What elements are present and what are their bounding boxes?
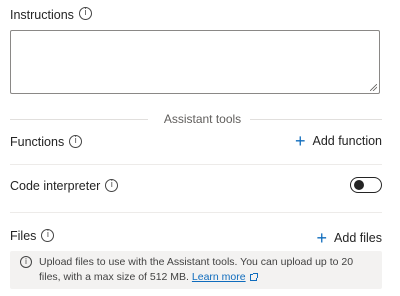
functions-label-group: Functions i xyxy=(10,133,83,151)
code-interpreter-label-group: Code interpreter i xyxy=(10,177,119,195)
files-label-group: Files i xyxy=(10,227,55,245)
functions-row: Functions i + Add function xyxy=(10,131,382,153)
assistant-tools-title: Assistant tools xyxy=(163,112,242,126)
plus-icon: + xyxy=(316,227,328,248)
instructions-textarea[interactable] xyxy=(10,30,380,94)
files-info-text-group: Upload files to use with the Assistant t… xyxy=(39,255,376,285)
add-function-button[interactable]: + Add function xyxy=(295,132,382,151)
divider-line xyxy=(10,119,148,120)
code-interpreter-row: Code interpreter i xyxy=(10,175,382,197)
files-label: Files xyxy=(10,229,37,243)
plus-icon: + xyxy=(294,130,306,151)
functions-label: Functions xyxy=(10,135,65,149)
info-icon: i xyxy=(20,256,32,268)
info-icon[interactable]: i xyxy=(105,179,119,193)
files-row: Files i + Add files xyxy=(10,225,382,247)
divider-line xyxy=(250,119,382,120)
row-divider xyxy=(10,212,382,213)
files-info-bar: i Upload files to use with the Assistant… xyxy=(10,251,382,289)
learn-more-link[interactable]: Learn more xyxy=(192,271,246,283)
add-function-label: Add function xyxy=(312,134,383,148)
code-interpreter-label: Code interpreter xyxy=(10,179,101,193)
instructions-label: Instructions xyxy=(10,8,74,22)
add-files-button[interactable]: + Add files xyxy=(317,229,382,248)
assistant-tools-divider: Assistant tools xyxy=(10,111,382,126)
assistant-setup-panel: Instructions i Assistant tools Functions i… xyxy=(0,0,400,296)
resize-grip-icon[interactable] xyxy=(370,84,377,91)
code-interpreter-toggle[interactable] xyxy=(350,177,382,193)
info-icon[interactable]: i xyxy=(69,135,83,149)
external-link-icon[interactable] xyxy=(249,273,258,281)
row-divider xyxy=(10,164,382,165)
instructions-label-group: Instructions i xyxy=(10,6,92,24)
info-icon[interactable]: i xyxy=(41,229,55,243)
info-icon[interactable]: i xyxy=(78,7,92,21)
add-files-label: Add files xyxy=(334,231,382,245)
toggle-knob xyxy=(354,180,364,190)
